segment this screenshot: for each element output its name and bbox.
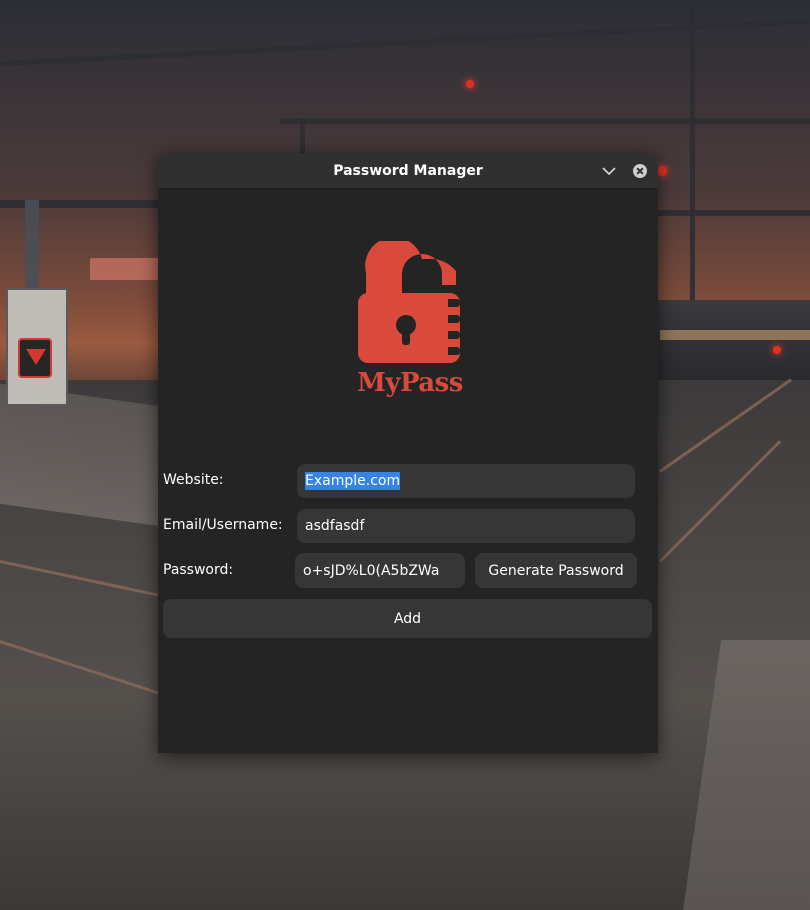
password-input-value: o+sJD%L0(A5bZWa [303, 562, 440, 579]
chevron-down-icon [602, 167, 616, 176]
titlebar[interactable]: Password Manager [158, 153, 658, 189]
password-label: Password: [163, 562, 234, 578]
website-input-value: Example.com [305, 472, 401, 490]
website-label: Website: [163, 472, 224, 488]
generate-password-button[interactable]: Generate Password [475, 553, 637, 588]
email-label: Email/Username: [163, 517, 283, 533]
password-manager-window: Password Manager MyPass Website: Example… [158, 153, 658, 753]
mypass-logo: MyPass [354, 237, 466, 403]
email-input-value: asdfasdf [305, 518, 365, 534]
logo-text: MyPass [357, 368, 463, 398]
close-icon [633, 164, 647, 178]
email-input[interactable]: asdfasdf [297, 509, 635, 543]
padlock-icon [358, 237, 460, 363]
close-button[interactable] [630, 161, 650, 181]
add-button[interactable]: Add [163, 599, 652, 638]
window-title: Password Manager [333, 162, 483, 179]
website-input[interactable]: Example.com [297, 464, 635, 498]
minimize-button[interactable] [599, 161, 619, 181]
password-input[interactable]: o+sJD%L0(A5bZWa [295, 553, 465, 588]
